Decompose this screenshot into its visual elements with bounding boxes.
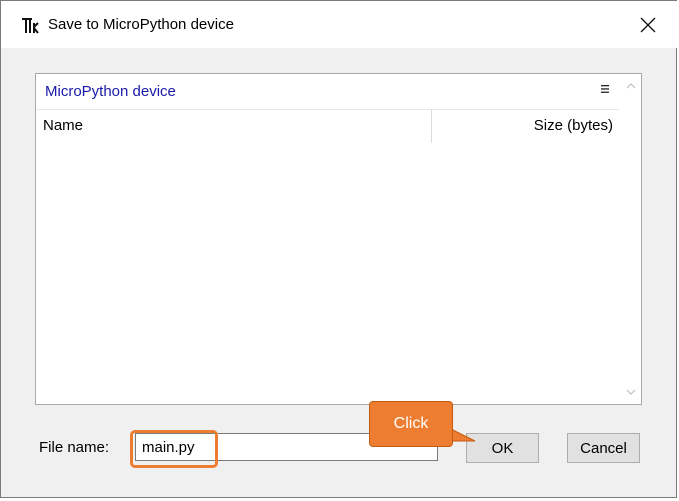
location-label: MicroPython device [45, 83, 176, 100]
column-divider[interactable] [431, 110, 432, 143]
thonny-app-icon [22, 18, 39, 34]
cancel-button[interactable]: Cancel [567, 433, 640, 463]
ok-button[interactable]: OK [466, 433, 539, 463]
scroll-up-button[interactable] [620, 78, 641, 94]
chevron-down-icon [626, 389, 635, 395]
browser-menu-button[interactable] [597, 81, 613, 97]
title-bar: Save to MicroPython device [1, 1, 678, 48]
file-browser: MicroPython device Name Size (bytes) [35, 73, 642, 405]
close-button[interactable] [628, 6, 668, 44]
click-callout: Click [369, 401, 453, 447]
file-list-header: Name Size (bytes) [37, 109, 619, 143]
chevron-up-icon [626, 83, 635, 89]
close-icon [640, 17, 656, 33]
file-name-label: File name: [39, 439, 110, 456]
scroll-down-button[interactable] [620, 384, 641, 400]
column-header-name[interactable]: Name [43, 117, 83, 134]
hamburger-menu-icon [601, 85, 609, 93]
column-header-size[interactable]: Size (bytes) [534, 117, 613, 134]
vertical-scrollbar[interactable] [620, 74, 641, 404]
save-dialog: Save to MicroPython device MicroPython d… [0, 0, 678, 498]
window-title: Save to MicroPython device [48, 16, 234, 33]
